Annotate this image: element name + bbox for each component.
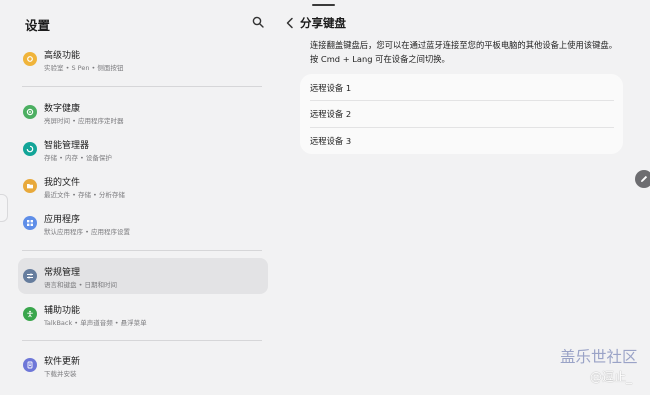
divider (22, 86, 262, 87)
sidebar-item-subtitle: 语言和键盘 • 日期和时间 (44, 281, 117, 289)
divider (22, 340, 262, 341)
sidebar-item-label: 辅助功能 (44, 306, 81, 316)
sidebar-item-my-files[interactable]: 我的文件 最近文件 • 存储 • 分析存储 (18, 171, 268, 207)
edit-pencil-icon[interactable] (635, 170, 650, 188)
search-icon[interactable] (252, 16, 264, 28)
divider (310, 127, 614, 128)
sidebar-item-subtitle: TalkBack • 单声道音频 • 悬浮菜单 (44, 319, 147, 327)
sidebar-item-label: 智能管理器 (44, 141, 90, 151)
sidebar-item-subtitle: 实验室 • S Pen • 侧面按钮 (44, 64, 124, 72)
page-title: 分享键盘 (300, 16, 346, 30)
sidebar-item-advanced-features[interactable]: 高级功能 实验室 • S Pen • 侧面按钮 (18, 44, 268, 80)
sidebar-item-subtitle: 下载并安装 (44, 370, 77, 378)
sidebar-item-subtitle: 亮屏时间 • 应用程序定时器 (44, 117, 124, 125)
back-arrow-icon[interactable] (283, 16, 297, 30)
accessibility-icon (23, 307, 37, 321)
software-update-icon (23, 358, 37, 372)
settings-sidebar: 设置 高级功能 实验室 • S Pen • 侧面按钮 数字健康 亮屏时间 • 应… (0, 0, 280, 395)
drag-handle[interactable] (312, 4, 335, 6)
sidebar-item-apps[interactable]: 应用程序 默认应用程序 • 应用程序设置 (18, 208, 268, 244)
sidebar-item-general-management[interactable]: 常规管理 语言和键盘 • 日期和时间 (18, 258, 268, 294)
remote-device-item[interactable]: 远程设备 3 (310, 128, 351, 154)
remote-device-item[interactable]: 远程设备 1 (310, 75, 351, 101)
star-gear-icon (23, 52, 37, 66)
device-care-icon (23, 142, 37, 156)
sidebar-item-digital-wellbeing[interactable]: 数字健康 亮屏时间 • 应用程序定时器 (18, 97, 268, 133)
sidebar-item-accessibility[interactable]: 辅助功能 TalkBack • 单声道音频 • 悬浮菜单 (18, 299, 268, 335)
sidebar-item-label: 高级功能 (44, 51, 81, 61)
remote-devices-card: 远程设备 1 远程设备 2 远程设备 3 (300, 74, 623, 154)
sidebar-title: 设置 (25, 18, 51, 33)
sidebar-item-subtitle: 默认应用程序 • 应用程序设置 (44, 228, 130, 236)
divider (310, 100, 614, 101)
watermark-brand: 盖乐世社区 (560, 348, 638, 366)
panel-edge-handle[interactable] (0, 194, 8, 222)
sidebar-item-device-care[interactable]: 智能管理器 存储 • 内存 • 设备保护 (18, 134, 268, 170)
divider (22, 250, 262, 251)
watermark-user: @逗止_ (590, 370, 633, 384)
sidebar-item-label: 软件更新 (44, 357, 81, 367)
sidebar-item-label: 我的文件 (44, 178, 81, 188)
sidebar-item-subtitle: 存储 • 内存 • 设备保护 (44, 154, 112, 162)
apps-grid-icon (23, 216, 37, 230)
folder-icon (23, 179, 37, 193)
sidebar-item-label: 应用程序 (44, 215, 81, 225)
sidebar-item-software-update[interactable]: 软件更新 下载并安装 (18, 350, 268, 386)
description: 连接翻盖键盘后，您可以在通过蓝牙连接至您的平板电脑的其他设备上使用该键盘。按 C… (310, 40, 617, 64)
sidebar-item-subtitle: 最近文件 • 存储 • 分析存储 (44, 191, 125, 199)
remote-device-item[interactable]: 远程设备 2 (310, 101, 351, 127)
wellbeing-icon (23, 105, 37, 119)
sidebar-item-label: 常规管理 (44, 268, 81, 278)
detail-pane: 分享键盘 连接翻盖键盘后，您可以在通过蓝牙连接至您的平板电脑的其他设备上使用该键… (280, 0, 650, 395)
sidebar-item-label: 数字健康 (44, 104, 81, 114)
sliders-icon (23, 269, 37, 283)
